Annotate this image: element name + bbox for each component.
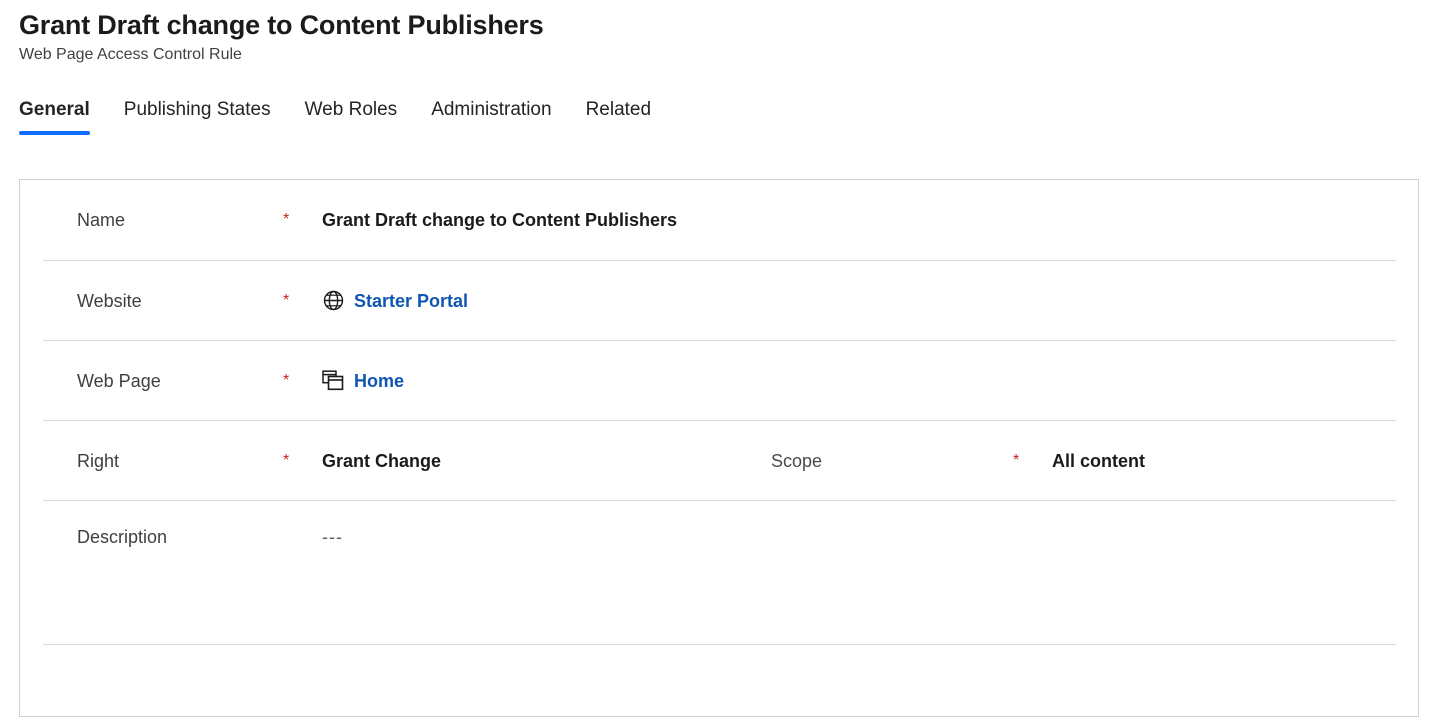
field-label-name: Name	[77, 210, 126, 230]
field-text-name: Grant Draft change to Content Publishers	[322, 210, 678, 230]
field-value-right[interactable]: Grant Change	[322, 449, 441, 473]
form-row-description: Description * ---	[43, 500, 1396, 644]
tab-administration[interactable]: Administration	[431, 97, 551, 135]
field-label-right: Right	[77, 450, 120, 471]
page-header: Grant Draft change to Content Publishers…	[0, 0, 1439, 66]
tab-web-roles[interactable]: Web Roles	[305, 97, 398, 135]
field-label-website: Website	[77, 290, 142, 311]
field-text-description: ---	[322, 527, 343, 547]
required-marker-website: *	[283, 291, 290, 309]
required-marker-description: *	[283, 529, 322, 545]
form-bottom-divider	[43, 644, 1396, 645]
tab-publishing-states[interactable]: Publishing States	[124, 97, 271, 135]
field-value-description[interactable]: ---	[322, 525, 343, 549]
globe-icon	[322, 290, 344, 312]
field-value-name[interactable]: Grant Draft change to Content Publishers	[322, 208, 677, 232]
form-row-website: Website * Starter Portal	[43, 260, 1396, 340]
field-label-scope: Scope	[771, 450, 823, 471]
required-marker-name: *	[283, 211, 290, 228]
field-website: Website * Starter Portal	[43, 289, 468, 313]
field-label-web-page: Web Page	[77, 370, 161, 391]
field-label-description: Description	[77, 527, 168, 547]
form-row-name: Name * Grant Draft change to Content Pub…	[43, 180, 1396, 260]
field-value-scope[interactable]: All content	[1052, 449, 1145, 473]
field-value-website[interactable]: Starter Portal	[322, 289, 468, 313]
field-value-web-page[interactable]: Home	[322, 369, 404, 393]
field-scope: Scope * All content	[771, 449, 1145, 473]
tab-bar: General Publishing States Web Roles Admi…	[19, 91, 1439, 135]
general-form-card: Name * Grant Draft change to Content Pub…	[19, 179, 1419, 717]
form-row-right: Right * Grant Change Scope * All content	[43, 420, 1396, 500]
required-marker-scope: *	[1013, 451, 1020, 469]
field-text-scope: All content	[1052, 450, 1145, 471]
field-link-web-page[interactable]: Home	[354, 369, 404, 393]
tab-general[interactable]: General	[19, 97, 90, 135]
required-marker-right: *	[283, 451, 290, 469]
field-text-right: Grant Change	[322, 450, 442, 471]
field-link-website[interactable]: Starter Portal	[354, 289, 468, 313]
field-right: Right * Grant Change	[43, 449, 441, 473]
required-marker-web-page: *	[283, 371, 290, 389]
form-row-web-page: Web Page * Home	[43, 340, 1396, 420]
pages-icon	[322, 370, 344, 392]
field-web-page: Web Page * Home	[43, 369, 404, 393]
page-subtitle: Web Page Access Control Rule	[19, 46, 242, 63]
field-description: Description * ---	[43, 525, 343, 549]
page-title: Grant Draft change to Content Publishers	[19, 10, 544, 40]
tab-related[interactable]: Related	[586, 97, 652, 135]
field-name: Name * Grant Draft change to Content Pub…	[43, 208, 677, 232]
